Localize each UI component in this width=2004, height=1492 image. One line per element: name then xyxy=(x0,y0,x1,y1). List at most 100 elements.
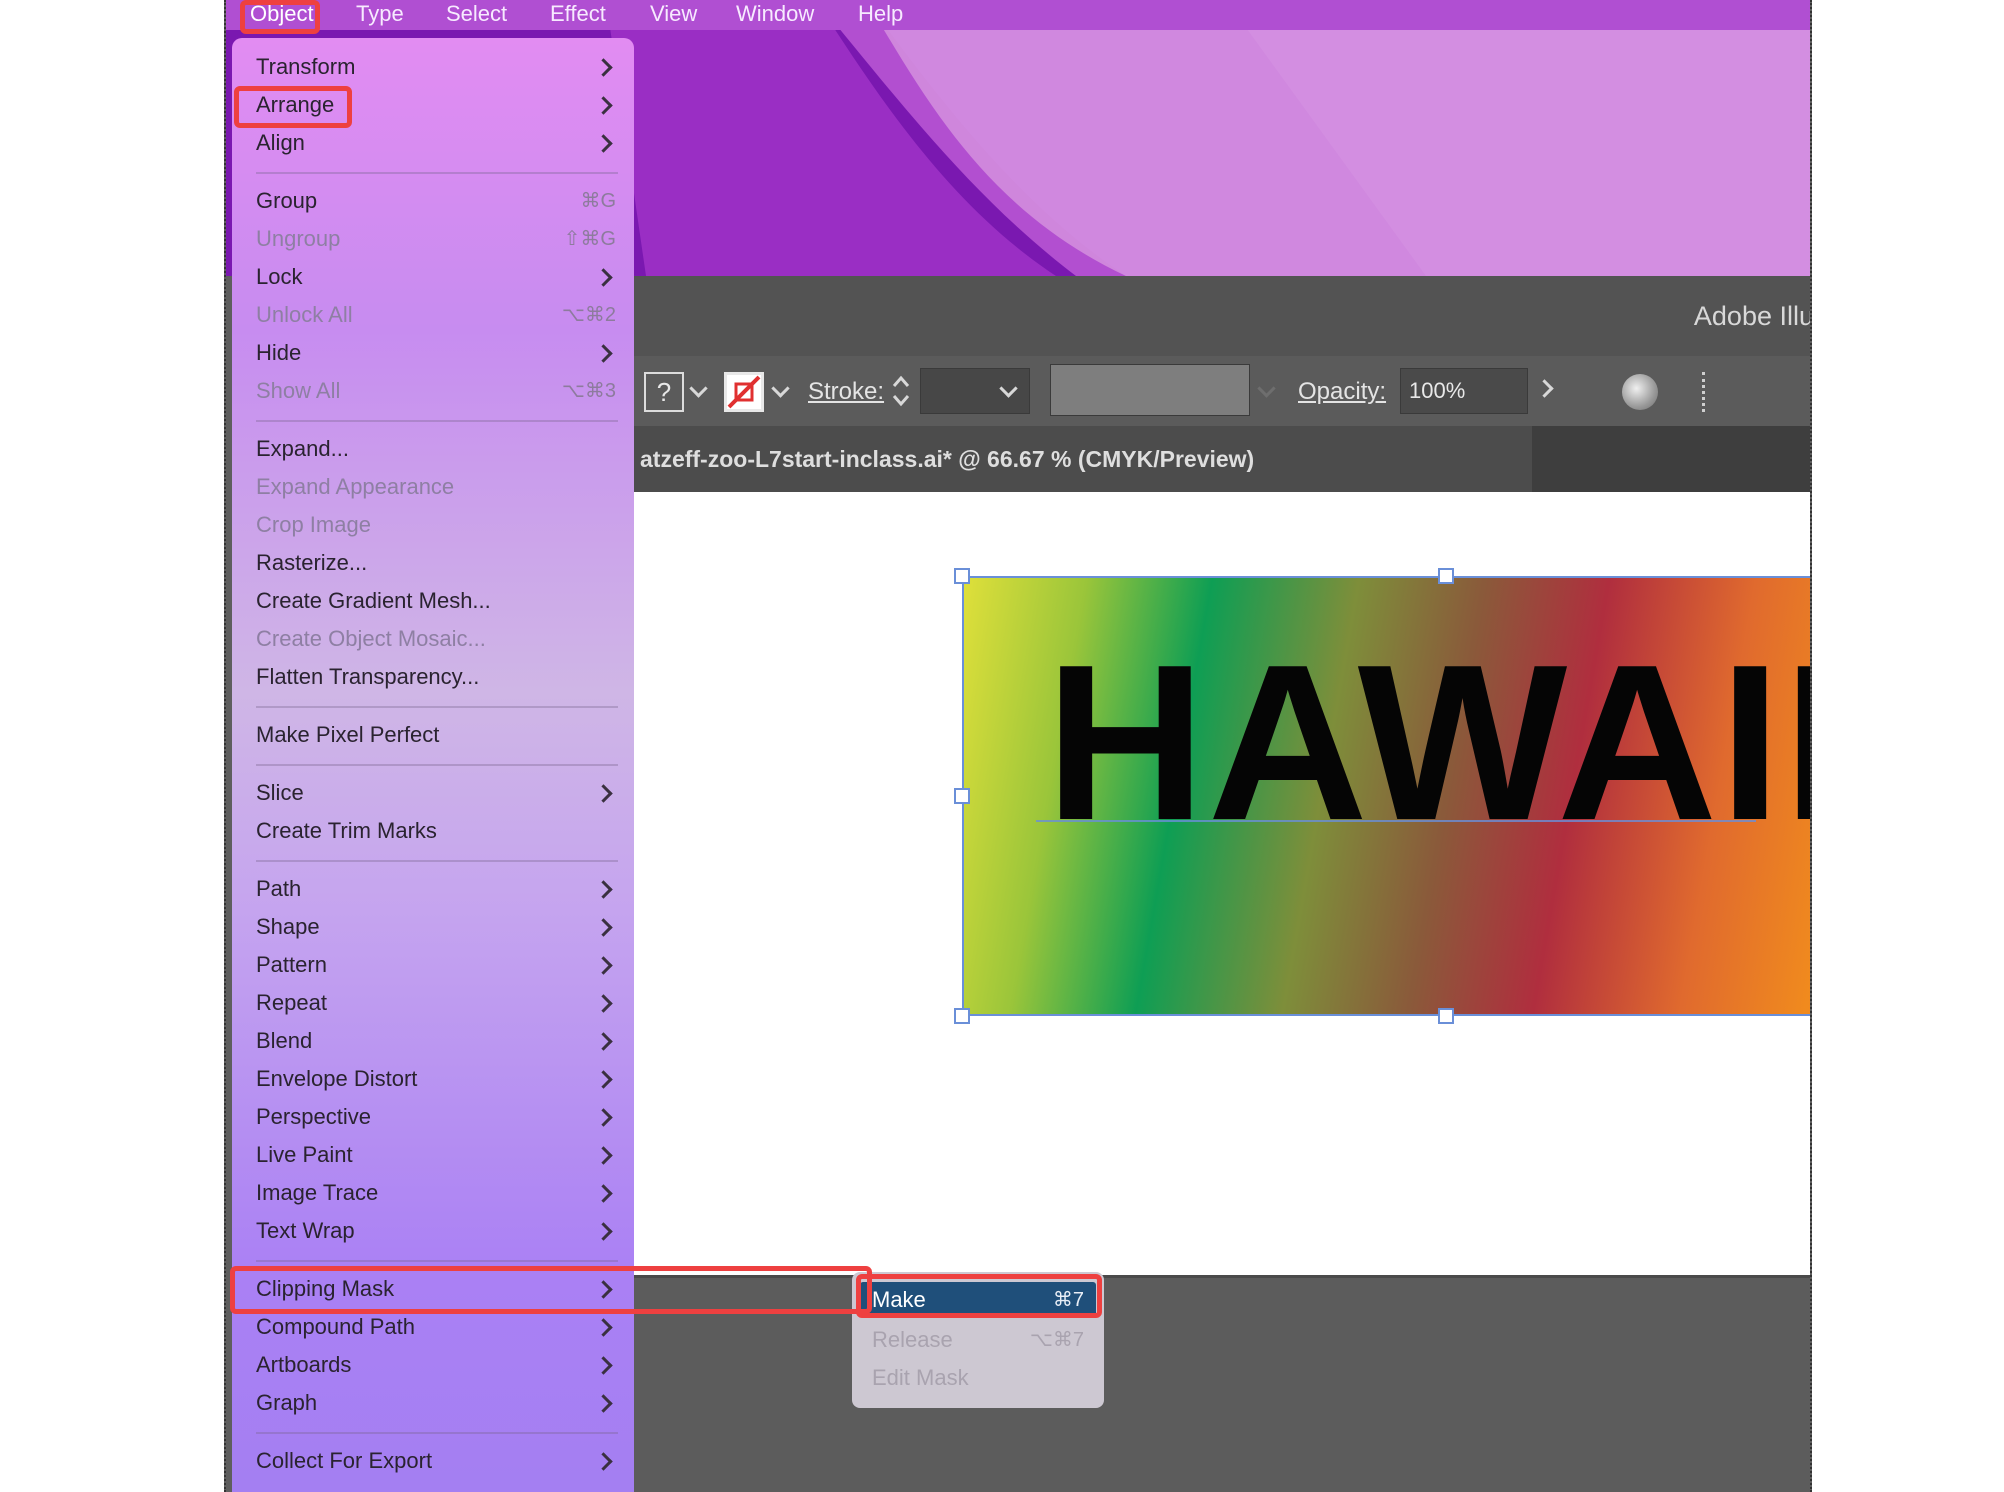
submenu-arrow-icon xyxy=(594,784,612,802)
menu-window[interactable]: Window xyxy=(736,0,814,30)
submenu-arrow-icon xyxy=(594,1452,612,1470)
menu-item-path[interactable]: Path xyxy=(256,870,616,908)
control-bar: ? Stroke: Opacity: 100% xyxy=(632,356,1812,426)
release-shortcut: ⌥⌘7 xyxy=(1030,1322,1084,1358)
menu-item-artboards[interactable]: Artboards xyxy=(256,1346,616,1384)
submenu-item-make[interactable]: Make ⌘7 xyxy=(860,1282,1096,1318)
menu-item-slice[interactable]: Slice xyxy=(256,774,616,812)
make-shortcut: ⌘7 xyxy=(1053,1282,1084,1318)
submenu-arrow-icon xyxy=(594,880,612,898)
menu-separator xyxy=(256,706,618,708)
menu-item-hide[interactable]: Hide xyxy=(256,334,616,372)
submenu-arrow-icon xyxy=(594,1356,612,1374)
menu-type[interactable]: Type xyxy=(356,0,404,30)
menu-help[interactable]: Help xyxy=(858,0,903,30)
submenu-arrow-icon xyxy=(594,1108,612,1126)
menu-item-perspective[interactable]: Perspective xyxy=(256,1098,616,1136)
text-baseline xyxy=(1036,820,1756,822)
menu-item-lock[interactable]: Lock xyxy=(256,258,616,296)
handle-bottom-left[interactable] xyxy=(954,1008,970,1024)
submenu-arrow-icon xyxy=(594,1222,612,1240)
handle-top-left[interactable] xyxy=(954,568,970,584)
menu-item-ungroup: Ungroup⇧⌘G xyxy=(256,220,616,258)
menu-select[interactable]: Select xyxy=(446,0,507,30)
document-tab[interactable]: atzeff-zoo-L7start-inclass.ai* @ 66.67 %… xyxy=(632,426,1532,492)
submenu-arrow-icon xyxy=(594,994,612,1012)
unlock-all-shortcut: ⌥⌘2 xyxy=(562,296,616,334)
document-tab-bar: atzeff-zoo-L7start-inclass.ai* @ 66.67 %… xyxy=(632,426,1812,492)
menu-item-transform[interactable]: Transform xyxy=(256,48,616,86)
submenu-arrow-icon xyxy=(594,1032,612,1050)
menu-item-image-trace[interactable]: Image Trace xyxy=(256,1174,616,1212)
menu-item-flatten-transparency[interactable]: Flatten Transparency... xyxy=(256,658,616,696)
menu-item-clipping-mask[interactable]: Clipping Mask xyxy=(256,1270,616,1308)
fill-dropdown-chevron-icon[interactable] xyxy=(689,379,707,397)
submenu-arrow-icon xyxy=(594,58,612,76)
opacity-value: 100% xyxy=(1409,369,1465,413)
menu-item-blend[interactable]: Blend xyxy=(256,1022,616,1060)
submenu-arrow-icon xyxy=(594,918,612,936)
submenu-item-release: Release ⌥⌘7 xyxy=(860,1322,1096,1358)
selection-bounding-box xyxy=(962,576,1812,1016)
menu-bar: Object Type Select Effect View Window He… xyxy=(226,0,1812,30)
menu-separator xyxy=(256,172,618,174)
submenu-arrow-icon xyxy=(594,134,612,152)
stroke-label: Stroke: xyxy=(808,378,884,406)
document-tab-label: atzeff-zoo-L7start-inclass.ai* @ 66.67 %… xyxy=(640,426,1254,492)
stroke-dropdown-chevron-icon[interactable] xyxy=(771,379,789,397)
menu-item-unlock-all: Unlock All⌥⌘2 xyxy=(256,296,616,334)
recolor-artwork-icon[interactable] xyxy=(1622,374,1658,410)
handle-middle-left[interactable] xyxy=(954,788,970,804)
menu-separator xyxy=(256,860,618,862)
opacity-input[interactable]: 100% xyxy=(1400,368,1528,414)
stroke-swatch-none-icon[interactable] xyxy=(724,372,764,412)
fill-unknown-glyph: ? xyxy=(646,374,682,410)
menu-item-group[interactable]: Group⌘G xyxy=(256,182,616,220)
app-title-bar: Adobe Illu xyxy=(632,276,1812,356)
screenshot-frame: Object Type Select Effect View Window He… xyxy=(224,0,1812,1492)
menu-item-shape[interactable]: Shape xyxy=(256,908,616,946)
opacity-arrow-icon[interactable] xyxy=(1535,379,1553,397)
ungroup-shortcut: ⇧⌘G xyxy=(564,220,616,258)
control-bar-more-icon[interactable] xyxy=(1702,372,1711,412)
menu-item-create-gradient-mesh[interactable]: Create Gradient Mesh... xyxy=(256,582,616,620)
menu-item-arrange[interactable]: Arrange xyxy=(256,86,616,124)
stroke-stepper-icon[interactable] xyxy=(888,370,914,412)
menu-item-expand-appearance: Expand Appearance xyxy=(256,468,616,506)
menu-item-graph[interactable]: Graph xyxy=(256,1384,616,1422)
menu-item-make-pixel-perfect[interactable]: Make Pixel Perfect xyxy=(256,716,616,754)
menu-item-live-paint[interactable]: Live Paint xyxy=(256,1136,616,1174)
menu-separator xyxy=(256,420,618,422)
menu-item-show-all: Show All⌥⌘3 xyxy=(256,372,616,410)
menu-separator xyxy=(256,1260,618,1262)
menu-item-crop-image: Crop Image xyxy=(256,506,616,544)
menu-item-pattern[interactable]: Pattern xyxy=(256,946,616,984)
menu-effect[interactable]: Effect xyxy=(550,0,606,30)
submenu-arrow-icon xyxy=(594,1280,612,1298)
submenu-arrow-icon xyxy=(594,1184,612,1202)
menu-item-align[interactable]: Align xyxy=(256,124,616,162)
object-menu-dropdown: Transform Arrange Align Group⌘G Ungroup⇧… xyxy=(232,38,634,1492)
profile-chevron-icon[interactable] xyxy=(1257,379,1275,397)
menu-item-repeat[interactable]: Repeat xyxy=(256,984,616,1022)
submenu-arrow-icon xyxy=(594,1318,612,1336)
handle-top-center[interactable] xyxy=(1438,568,1454,584)
menu-item-text-wrap[interactable]: Text Wrap xyxy=(256,1212,616,1250)
menu-item-create-trim-marks[interactable]: Create Trim Marks xyxy=(256,812,616,850)
variable-width-profile[interactable] xyxy=(1050,364,1250,416)
menu-item-collect-for-export[interactable]: Collect For Export xyxy=(256,1442,616,1480)
fill-swatch[interactable]: ? xyxy=(644,372,684,412)
menu-item-create-object-mosaic: Create Object Mosaic... xyxy=(256,620,616,658)
submenu-arrow-icon xyxy=(594,268,612,286)
app-title: Adobe Illu xyxy=(1694,276,1812,356)
menu-item-expand[interactable]: Expand... xyxy=(256,430,616,468)
menu-item-compound-path[interactable]: Compound Path xyxy=(256,1308,616,1346)
menu-item-envelope-distort[interactable]: Envelope Distort xyxy=(256,1060,616,1098)
menu-item-rasterize[interactable]: Rasterize... xyxy=(256,544,616,582)
clipping-mask-submenu: Make ⌘7 Release ⌥⌘7 Edit Mask xyxy=(852,1272,1104,1408)
submenu-arrow-icon xyxy=(594,1394,612,1412)
menu-view[interactable]: View xyxy=(650,0,697,30)
menu-object[interactable]: Object xyxy=(250,0,314,30)
submenu-item-edit-mask: Edit Mask xyxy=(860,1360,1096,1396)
handle-bottom-center[interactable] xyxy=(1438,1008,1454,1024)
